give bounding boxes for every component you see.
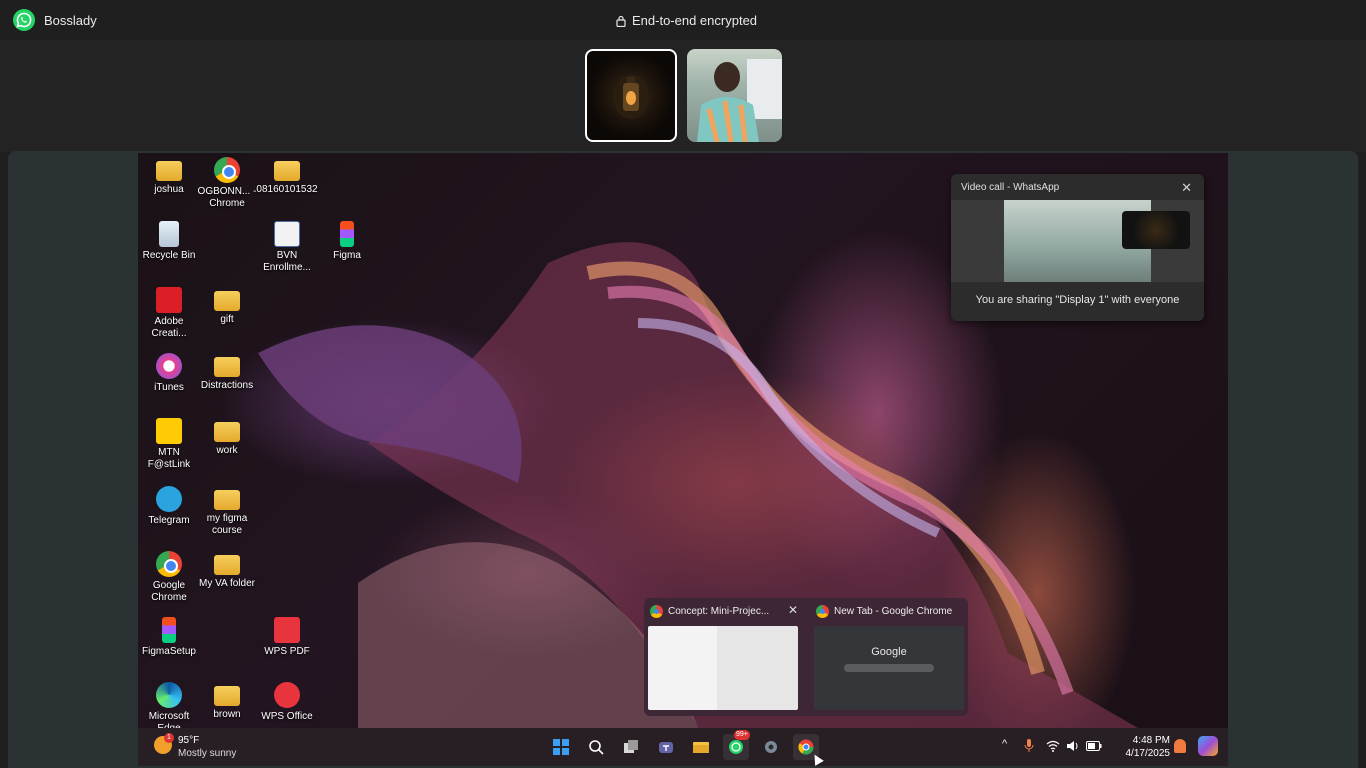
desktop-icon-wps-pdf[interactable]: WPS PDF: [256, 617, 318, 658]
desktop-icon-recycle-bin[interactable]: Recycle Bin: [138, 221, 200, 262]
copilot-icon[interactable]: [1198, 736, 1218, 756]
encryption-label: End-to-end encrypted: [632, 13, 758, 28]
telegram-icon: [156, 486, 182, 512]
preview-title: Concept: Mini-Projec...: [668, 606, 770, 617]
close-icon[interactable]: ✕: [1181, 180, 1192, 196]
settings-icon[interactable]: [758, 734, 784, 760]
recycle-bin-icon: [159, 221, 179, 247]
close-icon[interactable]: ✕: [788, 603, 798, 617]
chrome-preview-new-tab[interactable]: New Tab - Google Chrome Google: [810, 598, 968, 716]
sharing-message: You are sharing "Display 1" with everyon…: [975, 294, 1180, 306]
chrome-icon: [650, 605, 663, 618]
folder-icon: [274, 161, 300, 181]
clock-time: 4:48 PM: [1132, 735, 1170, 746]
lock-icon: [616, 15, 626, 27]
contact-name: Bosslady: [44, 13, 97, 28]
popup-title: Video call - WhatsApp: [961, 182, 1060, 193]
desktop-icon-brown[interactable]: brown: [196, 682, 258, 721]
folder-icon: [214, 490, 240, 510]
start-icon[interactable]: [548, 734, 574, 760]
google-logo: Google: [871, 646, 907, 658]
participant-tile-lantern[interactable]: [585, 49, 677, 142]
desktop-icon-joshua[interactable]: joshua: [138, 157, 200, 196]
participant-strip: [0, 40, 1366, 152]
figma-icon: [340, 221, 354, 247]
call-header: Bosslady End-to-end encrypted: [0, 0, 1366, 40]
chevron-up-icon[interactable]: ^: [1002, 738, 1007, 750]
folder-icon: [156, 161, 182, 181]
mtn-icon: [156, 418, 182, 444]
desktop-icon-wps-office[interactable]: WPS Office: [256, 682, 318, 723]
preview-self-view: [1122, 211, 1190, 249]
encryption-status: End-to-end encrypted: [616, 13, 757, 28]
search-icon[interactable]: [583, 734, 609, 760]
wps-office-icon: [274, 682, 300, 708]
wps-pdf-icon: [274, 617, 300, 643]
folder-icon: [214, 357, 240, 377]
battery-icon[interactable]: [1086, 741, 1102, 751]
folder-icon: [214, 291, 240, 311]
desktop-icon-my-va-folder[interactable]: My VA folder: [196, 551, 258, 590]
desktop-icon-adobe[interactable]: Adobe Creati...: [138, 287, 200, 340]
chrome-window-previews: Concept: Mini-Projec... ✕ New Tab - Goog…: [644, 598, 968, 716]
desktop-icon-itunes[interactable]: iTunes: [138, 353, 200, 394]
desktop-icon-work[interactable]: work: [196, 418, 258, 457]
wifi-icon[interactable]: [1046, 740, 1060, 752]
desktop-icon-edge[interactable]: Microsoft Edge: [138, 682, 200, 728]
chrome-icon: [816, 605, 829, 618]
desktop-icon-figma[interactable]: Figma: [316, 221, 378, 262]
weather-widget[interactable]: 1 95°F Mostly sunny: [154, 733, 264, 761]
clock[interactable]: 4:48 PM 4/17/2025: [1114, 734, 1171, 760]
screen-share-notification: Video call - WhatsApp ✕ You are sharing …: [951, 174, 1204, 321]
clock-date: 4/17/2025: [1125, 748, 1171, 759]
folder-icon: [214, 686, 240, 706]
desktop-icon-mtn[interactable]: MTN F@stLink: [138, 418, 200, 471]
desktop-icon-chrome[interactable]: Google Chrome: [138, 551, 200, 604]
person-video-icon: [697, 59, 782, 142]
weather-temp: 95°F: [178, 735, 200, 746]
teams-icon[interactable]: [653, 734, 679, 760]
desktop-icon-telegram[interactable]: Telegram: [138, 486, 200, 527]
edge-icon: [156, 682, 182, 708]
notification-bell-icon[interactable]: [1174, 739, 1186, 753]
desktop-icon-gift[interactable]: gift: [196, 287, 258, 326]
chrome-icon: [214, 157, 240, 183]
weather-condition: Mostly sunny: [178, 748, 237, 759]
call-preview[interactable]: [951, 200, 1204, 282]
participant-tile-camera[interactable]: [687, 49, 782, 142]
preview-title: New Tab - Google Chrome: [834, 606, 953, 617]
windows-taskbar: 1 95°F Mostly sunny 99+ ^ 4:48 PM 4/17/2…: [138, 728, 1228, 766]
whatsapp-logo-icon: [13, 9, 35, 31]
figma-icon: [162, 617, 176, 643]
task-view-icon[interactable]: [618, 734, 644, 760]
lantern-icon: [613, 75, 649, 119]
desktop-icon-figmasetup[interactable]: FigmaSetup: [138, 617, 200, 658]
whatsapp-badge: 99+: [734, 730, 750, 740]
desktop-icon-ogbonn-chrome[interactable]: OGBONN... - Chrome: [196, 157, 258, 210]
preview-thumbnail: [648, 626, 798, 710]
bvn-app-icon: [274, 221, 300, 247]
folder-icon: [214, 422, 240, 442]
whatsapp-icon[interactable]: 99+: [723, 730, 750, 760]
file-explorer-icon[interactable]: [688, 734, 714, 760]
desktop-icon-bvn[interactable]: BVN Enrollme...: [256, 221, 318, 274]
desktop-icon-08160101532[interactable]: 08160101532: [256, 157, 318, 196]
volume-icon[interactable]: [1066, 740, 1080, 752]
google-search-bar: [844, 664, 934, 672]
chrome-icon: [156, 551, 182, 577]
weather-badge: 1: [164, 733, 174, 743]
itunes-icon: [156, 353, 182, 379]
adobe-icon: [156, 287, 182, 313]
chrome-preview-concept[interactable]: Concept: Mini-Projec... ✕: [644, 598, 802, 716]
system-tray: ^ 4:48 PM 4/17/2025: [998, 728, 1228, 766]
microphone-icon[interactable]: [1024, 739, 1034, 753]
desktop-icon-my-figma-course[interactable]: my figma course: [196, 486, 258, 537]
desktop-icon-distractions[interactable]: Distractions: [196, 353, 258, 392]
folder-icon: [214, 555, 240, 575]
